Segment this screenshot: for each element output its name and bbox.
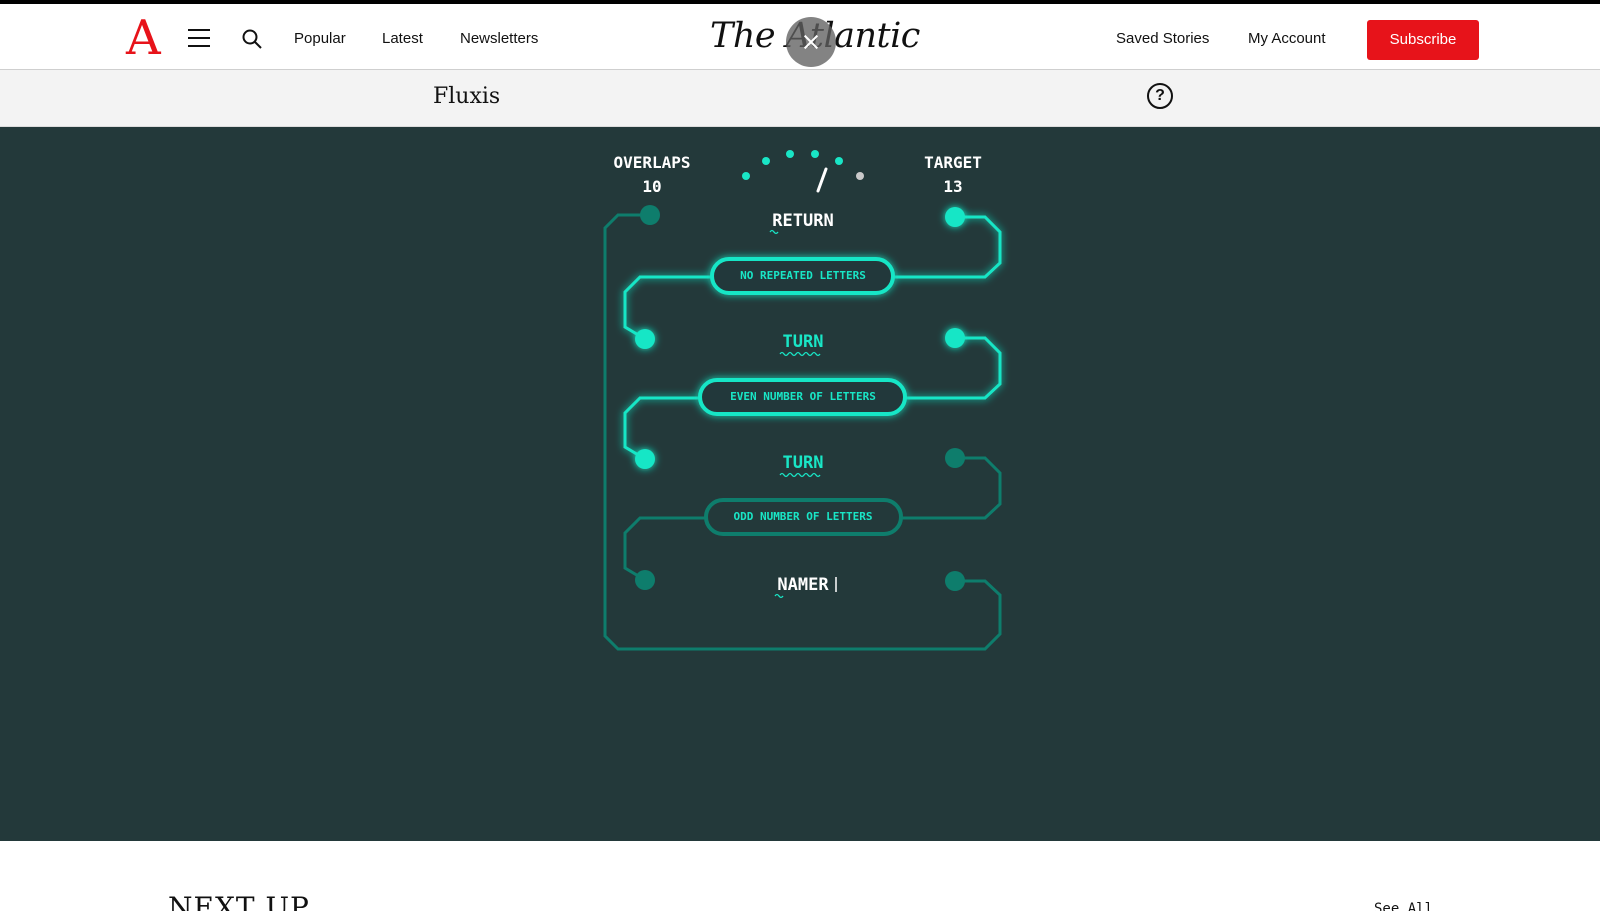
gauge-dot xyxy=(811,150,819,158)
word-entry[interactable]: TURN xyxy=(783,453,824,473)
node xyxy=(640,205,660,225)
constraint-pill[interactable]: ODD NUMBER OF LETTERS xyxy=(704,498,903,536)
node xyxy=(945,571,965,591)
connector xyxy=(893,215,1002,279)
gauge-needle xyxy=(816,167,828,193)
overlap-underline xyxy=(779,351,821,357)
target-value: 13 xyxy=(943,177,962,196)
gauge-dot xyxy=(835,157,843,165)
search-icon[interactable] xyxy=(241,28,263,50)
constraint-label: ODD NUMBER OF LETTERS xyxy=(733,510,872,523)
node xyxy=(635,449,655,469)
menu-icon[interactable] xyxy=(188,29,210,47)
nav-newsletters[interactable]: Newsletters xyxy=(460,30,538,47)
game-board: OVERLAPS 10 TARGET 13 NO REPEATED LETTER… xyxy=(0,127,1600,841)
gauge-dot xyxy=(762,157,770,165)
overlaps-label: OVERLAPS xyxy=(613,153,690,172)
word-entry[interactable]: TURN xyxy=(783,332,824,352)
atlantic-logo[interactable]: A xyxy=(126,12,161,64)
connector xyxy=(901,456,1002,520)
connector xyxy=(623,516,706,582)
node xyxy=(945,207,965,227)
game-title: Fluxis xyxy=(433,84,501,109)
word-entry[interactable]: RETURN xyxy=(772,211,833,231)
next-up-section: NEXT UP See All xyxy=(0,841,1600,911)
gauge-dot xyxy=(742,172,750,180)
nav-popular[interactable]: Popular xyxy=(294,30,346,47)
board-svg: OVERLAPS 10 TARGET 13 NO REPEATED LETTER… xyxy=(603,150,1002,651)
overlaps-value: 10 xyxy=(642,177,661,196)
help-icon[interactable]: ? xyxy=(1147,83,1173,109)
close-icon[interactable] xyxy=(786,17,836,67)
constraint-label: EVEN NUMBER OF LETTERS xyxy=(730,390,876,403)
constraint-label: NO REPEATED LETTERS xyxy=(740,269,866,282)
node xyxy=(635,570,655,590)
my-account-link[interactable]: My Account xyxy=(1248,30,1326,47)
overlap-underline xyxy=(779,472,821,478)
target-label: TARGET xyxy=(924,153,982,172)
constraint-pill[interactable]: EVEN NUMBER OF LETTERS xyxy=(698,378,907,416)
node xyxy=(945,448,965,468)
node xyxy=(945,328,965,348)
site-header: A Popular Latest Newsletters The Atlanti… xyxy=(0,0,1600,70)
connector xyxy=(623,396,700,461)
nav-latest[interactable]: Latest xyxy=(382,30,423,47)
gauge-dot xyxy=(786,150,794,158)
next-up-heading: NEXT UP xyxy=(168,891,310,911)
subscribe-button[interactable]: Subscribe xyxy=(1367,20,1479,60)
see-all-link[interactable]: See All xyxy=(1374,901,1433,911)
node xyxy=(635,329,655,349)
saved-stories-link[interactable]: Saved Stories xyxy=(1116,30,1209,47)
progress-gauge xyxy=(742,150,864,193)
game-header: Fluxis ? xyxy=(0,70,1600,127)
gauge-dot xyxy=(856,172,864,180)
connector xyxy=(623,275,712,341)
word-input[interactable]: NAMER xyxy=(777,575,829,595)
constraint-pill[interactable]: NO REPEATED LETTERS xyxy=(710,257,895,295)
